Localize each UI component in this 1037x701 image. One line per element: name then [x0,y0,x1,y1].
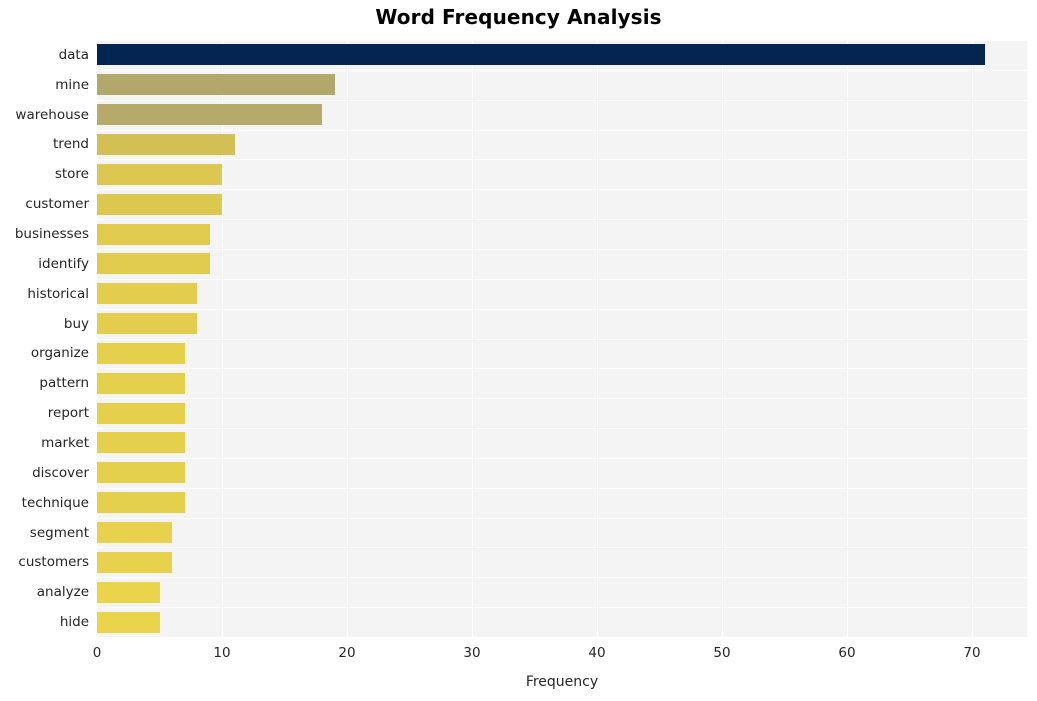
y-tick-label: discover [32,464,89,481]
gridline-horizontal [97,159,1027,160]
bar[interactable] [97,133,235,155]
gridline-horizontal [97,40,1027,41]
y-tick-label: mine [55,76,89,93]
bar[interactable] [97,372,185,394]
gridline-horizontal [97,189,1027,190]
y-tick-label: historical [27,285,89,302]
gridline-horizontal [97,100,1027,101]
y-tick-label: organize [30,345,89,362]
x-tick-label: 0 [92,645,102,661]
gridline-horizontal [97,309,1027,310]
bar[interactable] [97,432,185,454]
bar[interactable] [97,44,985,66]
x-axis-tick-labels: 0 10 20 30 40 50 60 70 [93,645,1027,667]
gridline-horizontal [97,130,1027,131]
gridline-horizontal [97,279,1027,280]
y-tick-label: analyze [36,584,89,601]
x-tick-label: 30 [463,645,481,661]
bar[interactable] [97,223,210,245]
plot-area [97,40,1027,637]
x-axis-label: Frequency [525,674,599,690]
x-tick-label: 50 [713,645,731,661]
x-tick-label: 70 [963,645,981,661]
bar[interactable] [97,492,185,514]
bar[interactable] [97,283,197,305]
bar[interactable] [97,74,335,96]
x-tick-label: 40 [588,645,606,661]
bar[interactable] [97,253,210,275]
y-tick-label: technique [21,494,89,511]
y-axis-tick-labels: data mine warehouse trend store customer busin… [0,40,89,637]
y-tick-label: market [41,434,89,451]
x-tick-label: 20 [338,645,356,661]
y-tick-label: warehouse [15,106,89,123]
bar[interactable] [97,193,222,215]
y-tick-label: store [54,166,89,183]
bar[interactable] [97,551,172,573]
gridline-horizontal [97,458,1027,459]
x-tick-label: 10 [213,645,231,661]
y-tick-label: pattern [39,375,89,392]
gridline-horizontal [97,398,1027,399]
y-tick-label: hide [59,614,89,631]
y-tick-label: report [47,405,89,422]
y-tick-label: trend [53,136,89,153]
chart-title: Word Frequency Analysis [375,5,662,29]
gridline-horizontal [97,428,1027,429]
bar[interactable] [97,313,197,335]
bar[interactable] [97,611,160,633]
y-tick-label: identify [38,255,89,272]
bar[interactable] [97,581,160,603]
y-tick-label: customers [18,554,89,571]
gridline-horizontal [97,577,1027,578]
gridline-horizontal [97,368,1027,369]
y-tick-label: data [58,46,89,63]
gridline-horizontal [97,249,1027,250]
bar[interactable] [97,104,322,126]
gridline-horizontal [97,70,1027,71]
y-tick-label: businesses [14,226,89,243]
gridline-horizontal [97,518,1027,519]
gridline-horizontal [97,607,1027,608]
bar[interactable] [97,522,172,544]
y-tick-label: segment [29,524,89,541]
bar[interactable] [97,342,185,364]
gridline-horizontal [97,219,1027,220]
figure-canvas: Word Frequency Analysis data mine warehous… [0,0,1037,701]
y-tick-label: customer [25,196,89,213]
x-tick-label: 60 [838,645,856,661]
bar[interactable] [97,163,222,185]
gridline-horizontal [97,488,1027,489]
gridline-horizontal [97,339,1027,340]
y-tick-label: buy [63,315,89,332]
bar[interactable] [97,462,185,484]
gridline-horizontal [97,547,1027,548]
bar[interactable] [97,402,185,424]
